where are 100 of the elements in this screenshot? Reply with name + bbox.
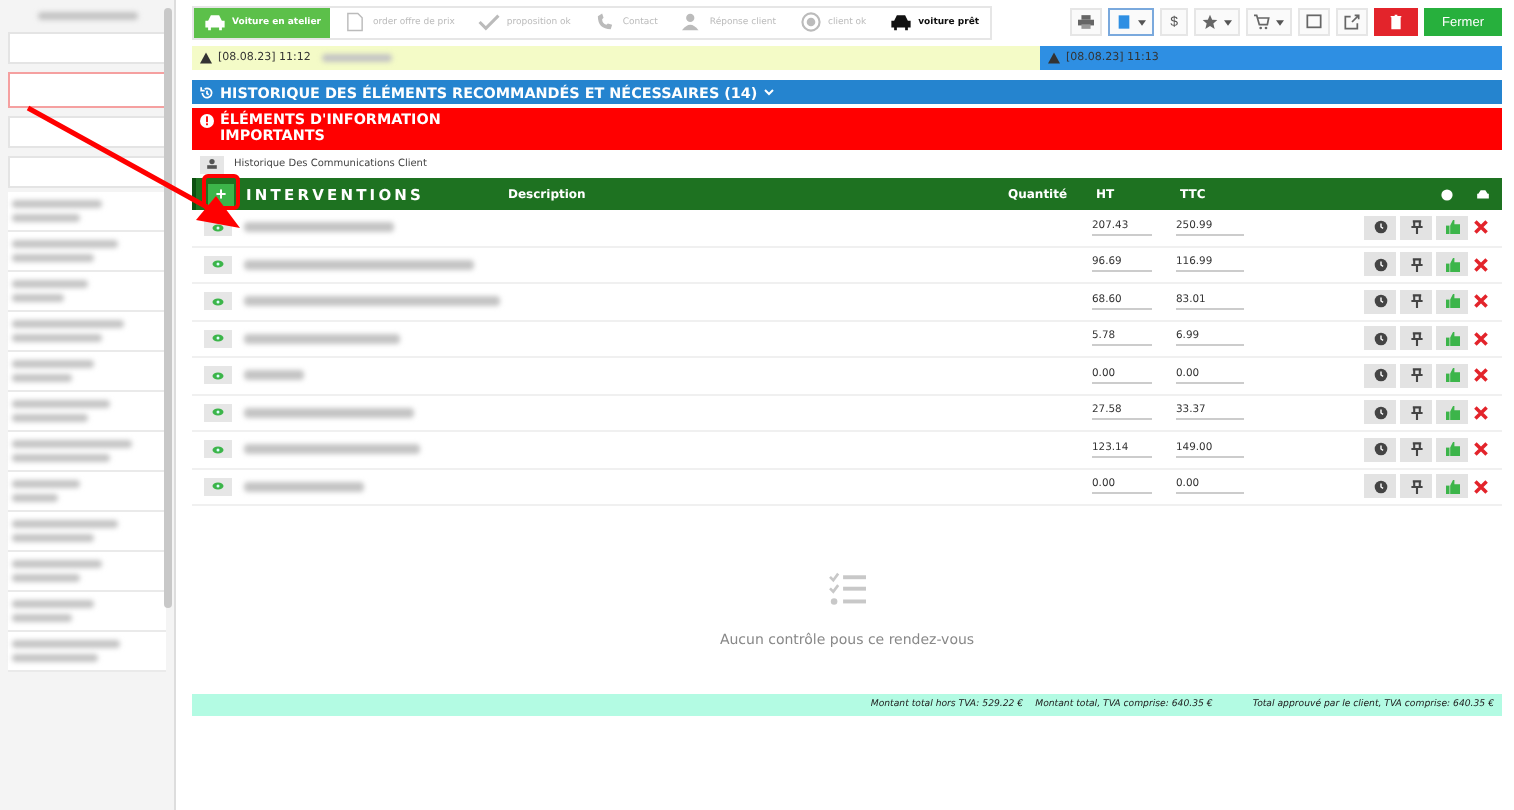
close-icon [1474,294,1488,309]
close-icon [1474,220,1488,235]
view-button[interactable] [204,292,232,311]
eye-icon [212,260,224,269]
close-icon [1474,442,1488,457]
external-link-icon [1344,14,1361,30]
history-icon [200,85,214,99]
clock-icon [1373,257,1387,272]
thumbs-up-button[interactable] [1436,289,1468,314]
delete-button[interactable] [1472,400,1490,425]
clock-button[interactable] [1364,474,1396,499]
delete-button[interactable] [1472,326,1490,351]
clock-icon [1373,442,1387,457]
check-icon [478,12,501,32]
thumbs-up-button[interactable] [1436,326,1468,351]
clock-button[interactable] [1364,289,1396,314]
pin-button[interactable] [1400,400,1432,425]
clock-button[interactable] [1364,400,1396,425]
blurred-text [244,370,304,381]
delete-button[interactable] [1472,289,1490,314]
clock-button[interactable] [1364,437,1396,462]
pin-button[interactable] [1400,252,1432,277]
favorite-button[interactable] [1194,8,1241,36]
delete-button[interactable] [1472,215,1490,240]
blurred-text [37,12,137,20]
pin-icon [1409,220,1423,235]
star-icon [1202,14,1219,30]
document-icon [344,12,367,32]
warning-icon [200,52,212,64]
scrollbar[interactable] [164,8,172,608]
thumbs-up-button[interactable] [1436,474,1468,499]
view-button[interactable] [204,403,232,422]
person-button[interactable] [200,155,224,173]
eye-icon [212,297,224,306]
tablet-button[interactable] [1298,8,1331,36]
pin-button[interactable] [1400,437,1432,462]
thumbs-up-button[interactable] [1436,215,1468,240]
clock-button[interactable] [1364,215,1396,240]
clock-button[interactable] [1364,363,1396,388]
edit-button[interactable] [1336,8,1369,36]
document-icon [1116,14,1133,30]
close-icon [1474,257,1488,272]
thumbs-up-button[interactable] [1436,363,1468,388]
cart-icon [1254,14,1271,30]
pin-icon [1409,405,1423,420]
checklist-icon [827,572,867,608]
printer-icon [1078,14,1095,30]
delete-button[interactable] [1472,474,1490,499]
view-button[interactable] [204,440,232,459]
clock-icon [1373,331,1387,346]
view-button[interactable] [204,255,232,274]
pin-icon [1409,479,1423,494]
view-button[interactable] [204,329,232,348]
delete-button[interactable] [1472,363,1490,388]
view-button[interactable] [204,366,232,385]
circle-icon [1440,187,1454,201]
delete-button[interactable] [1374,8,1419,36]
eye-icon [212,408,224,417]
view-button[interactable] [204,477,232,496]
thumbs-up-button[interactable] [1436,400,1468,425]
blurred-text [322,54,393,62]
delete-button[interactable] [1472,252,1490,277]
document-button[interactable] [1108,8,1155,36]
close-icon [1474,331,1488,346]
highlight-marker [202,174,240,210]
thumbs-up-icon [1445,442,1459,457]
clock-button[interactable] [1364,326,1396,351]
thumbs-up-button[interactable] [1436,437,1468,462]
thumbs-up-icon [1445,294,1459,309]
clock-icon [1373,294,1387,309]
print-button[interactable] [1070,8,1103,36]
cart-button[interactable] [1246,8,1293,36]
clock-icon [1373,368,1387,383]
clock-button[interactable] [1364,252,1396,277]
eye-icon [212,334,224,343]
pin-button[interactable] [1400,289,1432,314]
blurred-text [244,481,364,492]
delete-button[interactable] [1472,437,1490,462]
clock-icon [1373,405,1387,420]
eye-icon [212,371,224,380]
pin-button[interactable] [1400,474,1432,499]
pin-button[interactable] [1400,363,1432,388]
trash-icon [1388,14,1405,30]
person-icon [681,12,704,32]
info-icon [200,114,214,128]
pin-icon [1409,294,1423,309]
close-icon [1474,405,1488,420]
thumbs-up-icon [1445,331,1459,346]
pin-button[interactable] [1400,215,1432,240]
thumbs-up-button[interactable] [1436,252,1468,277]
eye-icon [212,223,224,232]
chevron-icon [763,88,774,96]
eye-icon [212,482,224,491]
pin-icon [1409,257,1423,272]
pin-button[interactable] [1400,326,1432,351]
thumbs-up-icon [1445,257,1459,272]
pin-icon [1409,442,1423,457]
clock-icon [1373,479,1387,494]
pin-icon [1409,368,1423,383]
close-icon [1474,479,1488,494]
